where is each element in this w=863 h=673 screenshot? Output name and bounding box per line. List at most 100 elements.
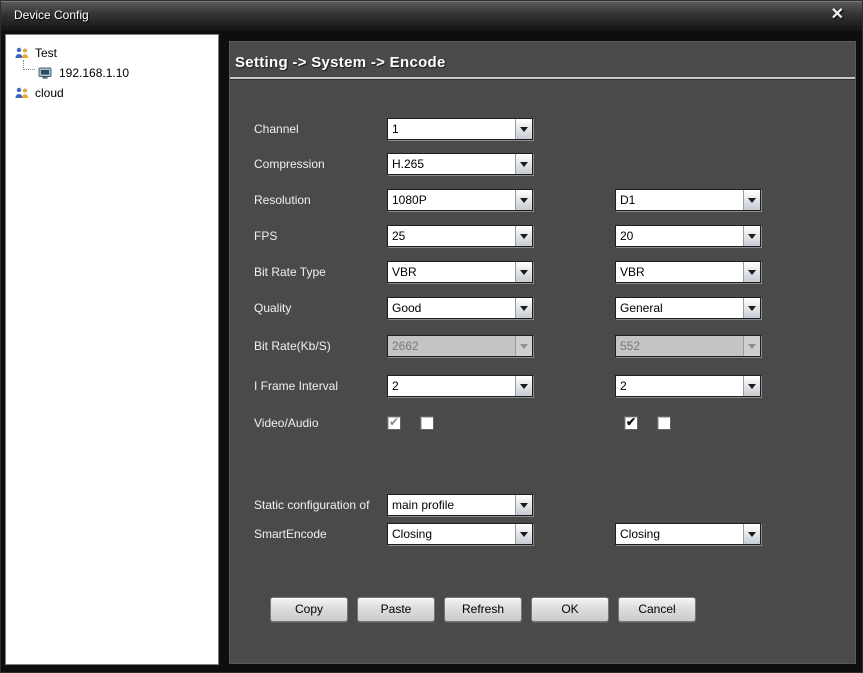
bit-rate-type-row: Bit Rate Type VBR VBR <box>254 261 761 283</box>
tree-item-test[interactable]: Test <box>6 43 218 63</box>
bit-rate-type-value-main: VBR <box>388 262 515 282</box>
i-frame-interval-select-main[interactable]: 2 <box>387 375 533 397</box>
chevron-down-icon[interactable] <box>515 262 532 282</box>
smart-encode-value-sub: Closing <box>616 524 743 544</box>
fps-value-sub: 20 <box>616 226 743 246</box>
group-icon <box>14 47 30 59</box>
resolution-select-sub[interactable]: D1 <box>615 189 761 211</box>
encode-settings-panel: Setting -> System -> Encode Channel 1 Co… <box>229 41 856 664</box>
smart-encode-row: SmartEncode Closing Closing <box>254 523 761 545</box>
device-config-window: Device Config ✕ Test <box>0 0 863 673</box>
smart-encode-value-main: Closing <box>388 524 515 544</box>
compression-value: H.265 <box>388 154 515 174</box>
breadcrumb: Setting -> System -> Encode <box>235 54 446 71</box>
tree-item-label: 192.168.1.10 <box>59 66 129 80</box>
bit-rate-select-sub: 552 <box>615 335 761 357</box>
chevron-down-icon[interactable] <box>515 495 532 515</box>
channel-row: Channel 1 <box>254 118 533 140</box>
tree-item-cloud[interactable]: cloud <box>6 83 218 103</box>
resolution-value-sub: D1 <box>616 190 743 210</box>
resolution-value-main: 1080P <box>388 190 515 210</box>
quality-row: Quality Good General <box>254 297 761 319</box>
smart-encode-label: SmartEncode <box>254 527 387 541</box>
channel-select[interactable]: 1 <box>387 118 533 140</box>
resolution-select-main[interactable]: 1080P <box>387 189 533 211</box>
fps-select-main[interactable]: 25 <box>387 225 533 247</box>
fps-row: FPS 25 20 <box>254 225 761 247</box>
bit-rate-value-sub: 552 <box>616 336 743 356</box>
quality-select-main[interactable]: Good <box>387 297 533 319</box>
audio-checkbox-main[interactable] <box>420 416 434 430</box>
refresh-button[interactable]: Refresh <box>444 597 522 622</box>
ok-button[interactable]: OK <box>531 597 609 622</box>
chevron-down-icon[interactable] <box>515 154 532 174</box>
resolution-row: Resolution 1080P D1 <box>254 189 761 211</box>
compression-select[interactable]: H.265 <box>387 153 533 175</box>
window-title: Device Config <box>14 8 89 22</box>
bit-rate-value-main: 2662 <box>388 336 515 356</box>
chevron-down-icon[interactable] <box>515 376 532 396</box>
chevron-down-icon[interactable] <box>743 190 760 210</box>
i-frame-interval-value-sub: 2 <box>616 376 743 396</box>
chevron-down-icon[interactable] <box>515 119 532 139</box>
chevron-down-icon[interactable] <box>743 226 760 246</box>
video-audio-label: Video/Audio <box>254 416 387 430</box>
bit-rate-label: Bit Rate(Kb/S) <box>254 339 387 353</box>
tree-item-label: cloud <box>35 86 64 100</box>
device-icon <box>38 67 54 80</box>
bit-rate-select-main: 2662 <box>387 335 533 357</box>
chevron-down-icon[interactable] <box>743 524 760 544</box>
bit-rate-type-select-sub[interactable]: VBR <box>615 261 761 283</box>
chevron-down-icon[interactable] <box>743 262 760 282</box>
titlebar[interactable]: Device Config ✕ <box>1 1 862 31</box>
quality-value-main: Good <box>388 298 515 318</box>
static-config-row: Static configuration of main profile <box>254 494 533 516</box>
chevron-down-icon[interactable] <box>743 298 760 318</box>
compression-row: Compression H.265 <box>254 153 533 175</box>
fps-value-main: 25 <box>388 226 515 246</box>
audio-checkbox-sub[interactable] <box>657 416 671 430</box>
video-audio-row: Video/Audio <box>254 412 671 434</box>
tree-item-device-ip[interactable]: 192.168.1.10 <box>6 63 218 83</box>
quality-label: Quality <box>254 301 387 315</box>
tree-connector <box>23 60 35 70</box>
tree-item-label: Test <box>35 46 57 60</box>
bit-rate-type-select-main[interactable]: VBR <box>387 261 533 283</box>
device-tree: Test 192.168.1.10 cl <box>5 34 219 665</box>
fps-label: FPS <box>254 229 387 243</box>
close-icon[interactable]: ✕ <box>831 6 844 24</box>
static-config-label: Static configuration of <box>254 498 387 512</box>
i-frame-interval-select-sub[interactable]: 2 <box>615 375 761 397</box>
action-buttons: Copy Paste Refresh OK Cancel <box>270 597 705 622</box>
chevron-down-icon[interactable] <box>515 524 532 544</box>
chevron-down-icon <box>515 336 532 356</box>
i-frame-interval-row: I Frame Interval 2 2 <box>254 375 761 397</box>
fps-select-sub[interactable]: 20 <box>615 225 761 247</box>
bit-rate-type-label: Bit Rate Type <box>254 265 387 279</box>
bit-rate-row: Bit Rate(Kb/S) 2662 552 <box>254 335 761 357</box>
channel-value: 1 <box>388 119 515 139</box>
video-checkbox-sub[interactable] <box>624 416 638 430</box>
smart-encode-select-main[interactable]: Closing <box>387 523 533 545</box>
header-divider <box>230 77 855 79</box>
smart-encode-select-sub[interactable]: Closing <box>615 523 761 545</box>
copy-button[interactable]: Copy <box>270 597 348 622</box>
static-config-value: main profile <box>388 495 515 515</box>
paste-button[interactable]: Paste <box>357 597 435 622</box>
chevron-down-icon[interactable] <box>743 376 760 396</box>
chevron-down-icon[interactable] <box>515 226 532 246</box>
group-icon <box>14 87 30 99</box>
chevron-down-icon[interactable] <box>515 190 532 210</box>
static-config-select[interactable]: main profile <box>387 494 533 516</box>
chevron-down-icon <box>743 336 760 356</box>
channel-label: Channel <box>254 122 387 136</box>
i-frame-interval-value-main: 2 <box>388 376 515 396</box>
i-frame-interval-label: I Frame Interval <box>254 379 387 393</box>
quality-value-sub: General <box>616 298 743 318</box>
compression-label: Compression <box>254 157 387 171</box>
video-checkbox-main <box>387 416 401 430</box>
cancel-button[interactable]: Cancel <box>618 597 696 622</box>
chevron-down-icon[interactable] <box>515 298 532 318</box>
resolution-label: Resolution <box>254 193 387 207</box>
quality-select-sub[interactable]: General <box>615 297 761 319</box>
